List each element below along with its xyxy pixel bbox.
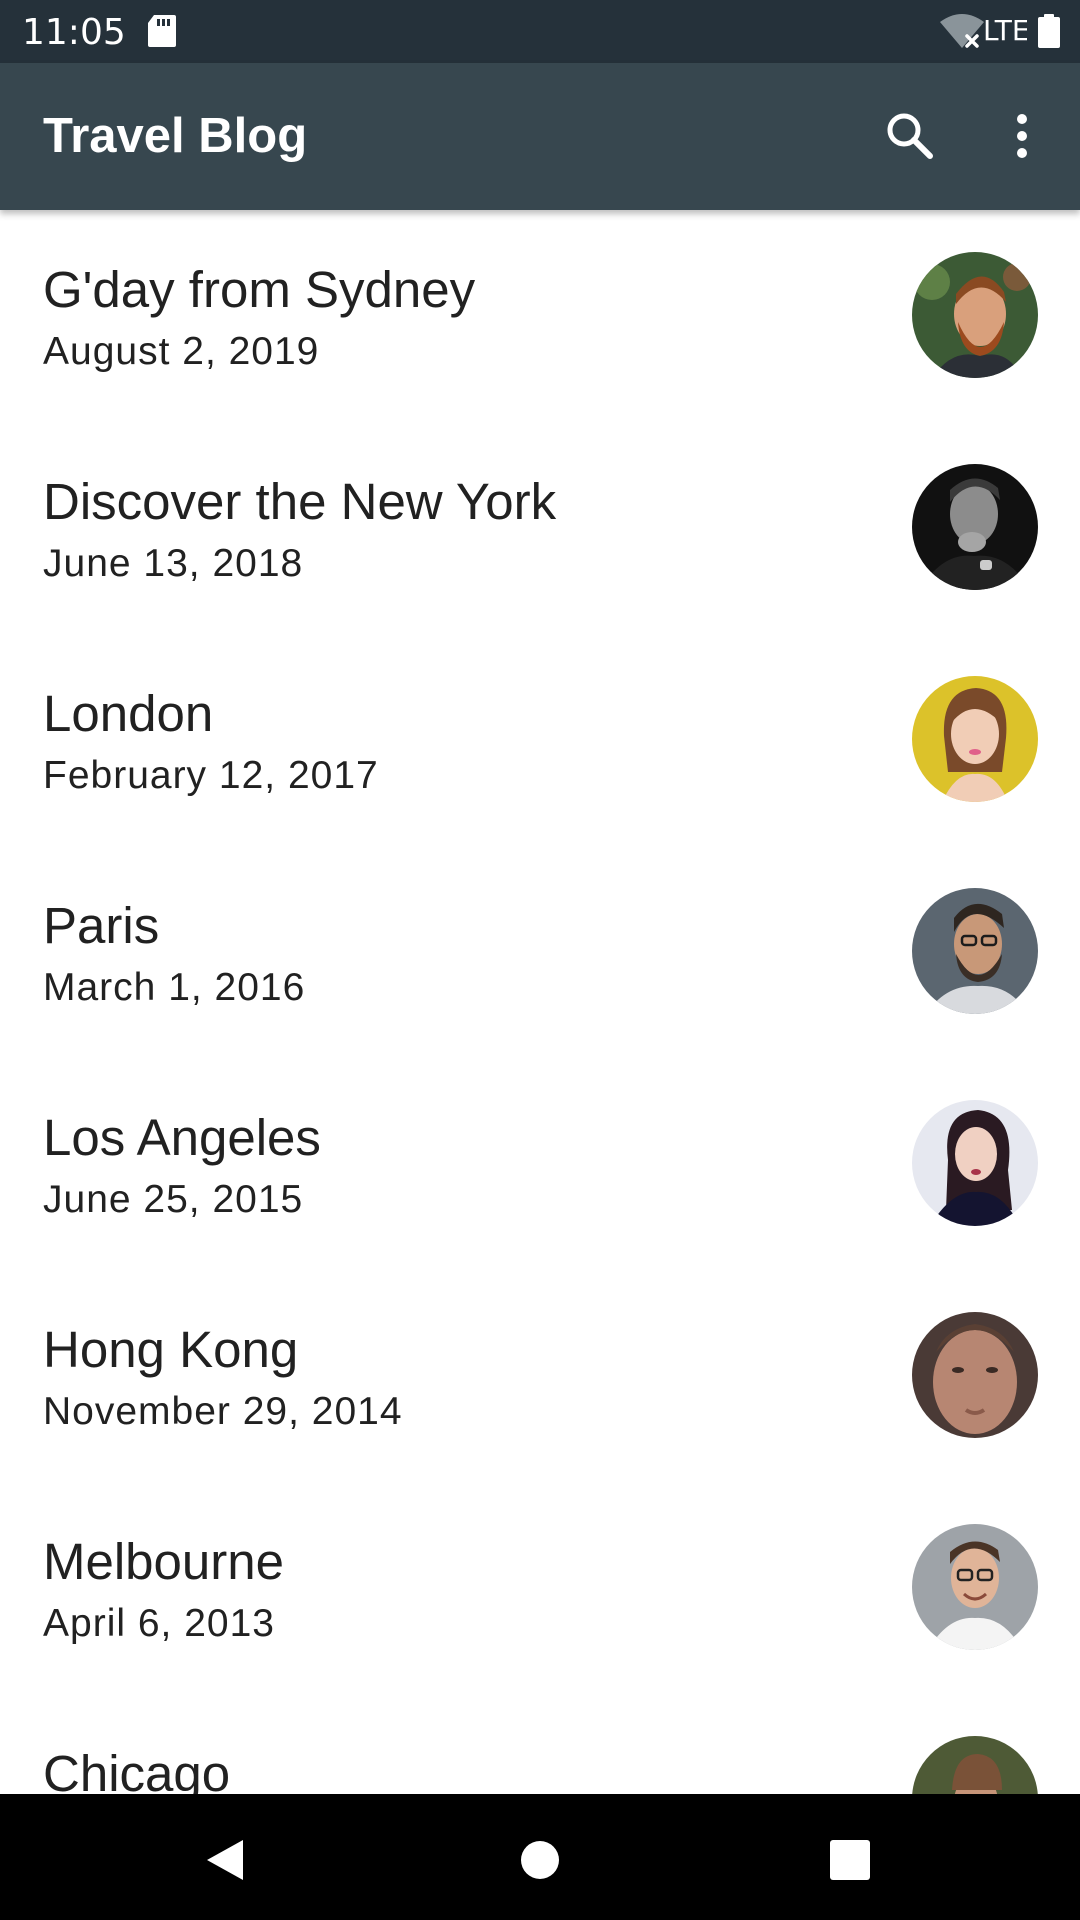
recents-button[interactable] xyxy=(810,1820,890,1900)
post-title: Paris xyxy=(43,897,160,954)
search-icon xyxy=(887,113,933,159)
search-button[interactable] xyxy=(874,100,946,172)
post-title: Los Angeles xyxy=(43,1109,321,1166)
post-date: February 12, 2017 xyxy=(43,754,379,797)
post-title: London xyxy=(43,685,214,742)
more-vert-icon xyxy=(1017,114,1027,158)
post-date: March 1, 2016 xyxy=(43,966,306,1009)
network-type-label: LTE xyxy=(983,14,1027,47)
home-button[interactable] xyxy=(500,1820,580,1900)
list-item[interactable]: Chicago xyxy=(0,1694,1080,1794)
screen: 11:05 LTE Travel Blog G'day from Sydney … xyxy=(0,0,1080,1920)
man-glasses-beard-avatar xyxy=(912,888,1038,1014)
app-title: Travel Blog xyxy=(43,109,308,163)
home-icon xyxy=(521,1841,559,1879)
list-item[interactable]: Discover the New York June 13, 2018 xyxy=(0,422,1080,634)
recents-icon xyxy=(830,1840,870,1880)
smiling-man-glasses-avatar xyxy=(912,1524,1038,1650)
woman-yellow-bg-avatar xyxy=(912,676,1038,802)
post-date: June 25, 2015 xyxy=(43,1178,304,1221)
post-date: April 6, 2013 xyxy=(43,1602,275,1645)
app-bar: Travel Blog xyxy=(0,63,1080,210)
list-item[interactable]: London February 12, 2017 xyxy=(0,634,1080,846)
woman-dark-hair-avatar xyxy=(912,1100,1038,1226)
status-time: 11:05 xyxy=(22,12,126,53)
man-closeup-avatar xyxy=(912,1312,1038,1438)
post-date: August 2, 2019 xyxy=(43,330,320,373)
post-title: Hong Kong xyxy=(43,1321,299,1378)
more-options-button[interactable] xyxy=(986,100,1058,172)
list-item[interactable]: Paris March 1, 2016 xyxy=(0,846,1080,1058)
list-item[interactable]: Melbourne April 6, 2013 xyxy=(0,1482,1080,1694)
post-title: G'day from Sydney xyxy=(43,261,476,318)
bearded-man-avatar xyxy=(912,252,1038,378)
bw-man-avatar xyxy=(912,464,1038,590)
battery-icon xyxy=(1038,14,1060,53)
post-title: Chicago xyxy=(43,1745,231,1794)
list-item[interactable]: Hong Kong November 29, 2014 xyxy=(0,1270,1080,1482)
back-icon xyxy=(207,1840,243,1880)
post-date: June 13, 2018 xyxy=(43,542,304,585)
post-title: Melbourne xyxy=(43,1533,284,1590)
man-beanie-avatar xyxy=(912,1736,1038,1794)
list-item[interactable]: Los Angeles June 25, 2015 xyxy=(0,1058,1080,1270)
post-date: November 29, 2014 xyxy=(43,1390,403,1433)
post-title: Discover the New York xyxy=(43,473,557,530)
status-bar: 11:05 LTE xyxy=(0,0,1080,63)
post-list[interactable]: G'day from Sydney August 2, 2019 Discove… xyxy=(0,210,1080,1794)
list-item[interactable]: G'day from Sydney August 2, 2019 xyxy=(0,210,1080,422)
wifi-off-icon xyxy=(940,14,984,55)
navigation-bar xyxy=(0,1794,1080,1920)
sd-card-icon xyxy=(148,15,176,52)
back-button[interactable] xyxy=(185,1820,265,1900)
